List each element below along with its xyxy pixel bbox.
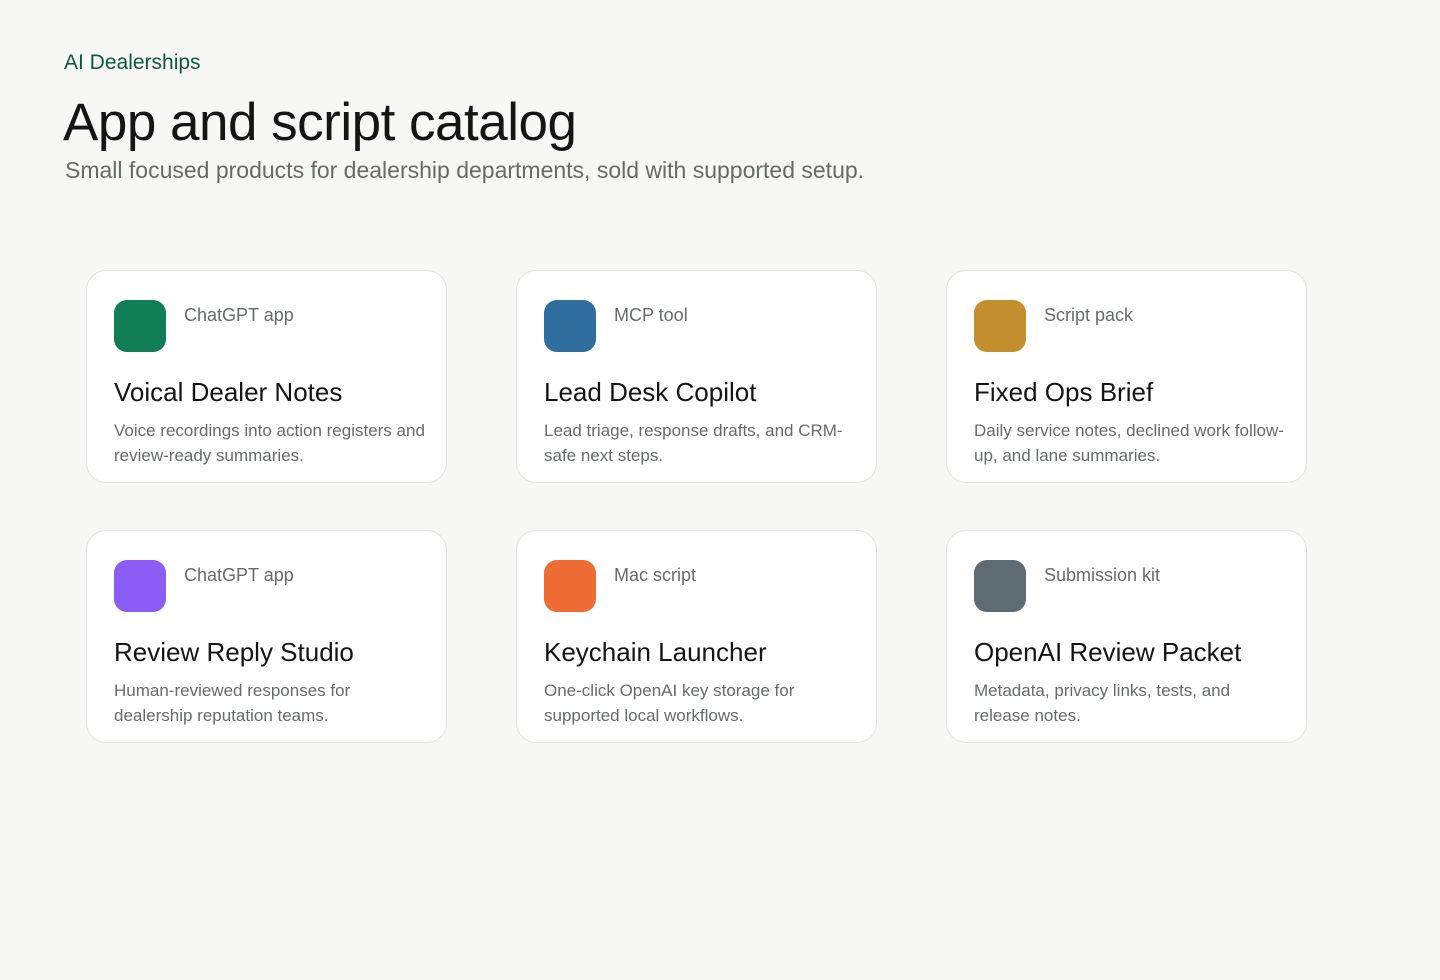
product-type: Submission kit [1044, 565, 1161, 585]
product-description: Human-reviewed responses for dealership … [114, 681, 351, 725]
product-card-lead-desk-copilot[interactable]: MCP tool Lead Desk Copilot Lead triage, … [516, 270, 877, 483]
product-icon [544, 560, 596, 612]
product-name: Fixed Ops Brief [974, 377, 1154, 407]
product-type: MCP tool [614, 305, 688, 325]
product-description: Metadata, privacy links, tests, and rele… [974, 681, 1231, 725]
product-icon [974, 300, 1026, 352]
product-type: ChatGPT app [184, 305, 294, 325]
catalog-page: AI Dealerships App and script catalog Sm… [0, 0, 1440, 980]
product-card-keychain-launcher[interactable]: Mac script Keychain Launcher One-click O… [516, 530, 877, 743]
product-name: Keychain Launcher [544, 637, 767, 667]
brand-eyebrow: AI Dealerships [64, 51, 201, 74]
product-description: Lead triage, response drafts, and CRM-sa… [544, 421, 843, 465]
product-grid: ChatGPT app Voical Dealer Notes Voice re… [86, 270, 1307, 743]
product-type: Mac script [614, 565, 697, 585]
product-name: OpenAI Review Packet [974, 637, 1242, 667]
product-icon [114, 300, 166, 352]
product-card-voical-dealer-notes[interactable]: ChatGPT app Voical Dealer Notes Voice re… [86, 270, 447, 483]
product-card-fixed-ops-brief[interactable]: Script pack Fixed Ops Brief Daily servic… [946, 270, 1307, 483]
product-icon [544, 300, 596, 352]
product-type: Script pack [1044, 305, 1134, 325]
page-subtitle: Small focused products for dealership de… [65, 157, 865, 183]
page-title: App and script catalog [63, 93, 577, 152]
product-description: Daily service notes, declined work follo… [974, 421, 1284, 465]
product-name: Lead Desk Copilot [544, 377, 757, 407]
product-name: Voical Dealer Notes [114, 377, 343, 407]
product-name: Review Reply Studio [114, 637, 354, 667]
product-icon [114, 560, 166, 612]
product-icon [974, 560, 1026, 612]
product-card-openai-review-packet[interactable]: Submission kit OpenAI Review Packet Meta… [946, 530, 1307, 743]
product-type: ChatGPT app [184, 565, 294, 585]
product-card-review-reply-studio[interactable]: ChatGPT app Review Reply Studio Human-re… [86, 530, 447, 743]
product-description: One-click OpenAI key storage for support… [544, 681, 795, 725]
product-description: Voice recordings into action registers a… [114, 421, 425, 465]
